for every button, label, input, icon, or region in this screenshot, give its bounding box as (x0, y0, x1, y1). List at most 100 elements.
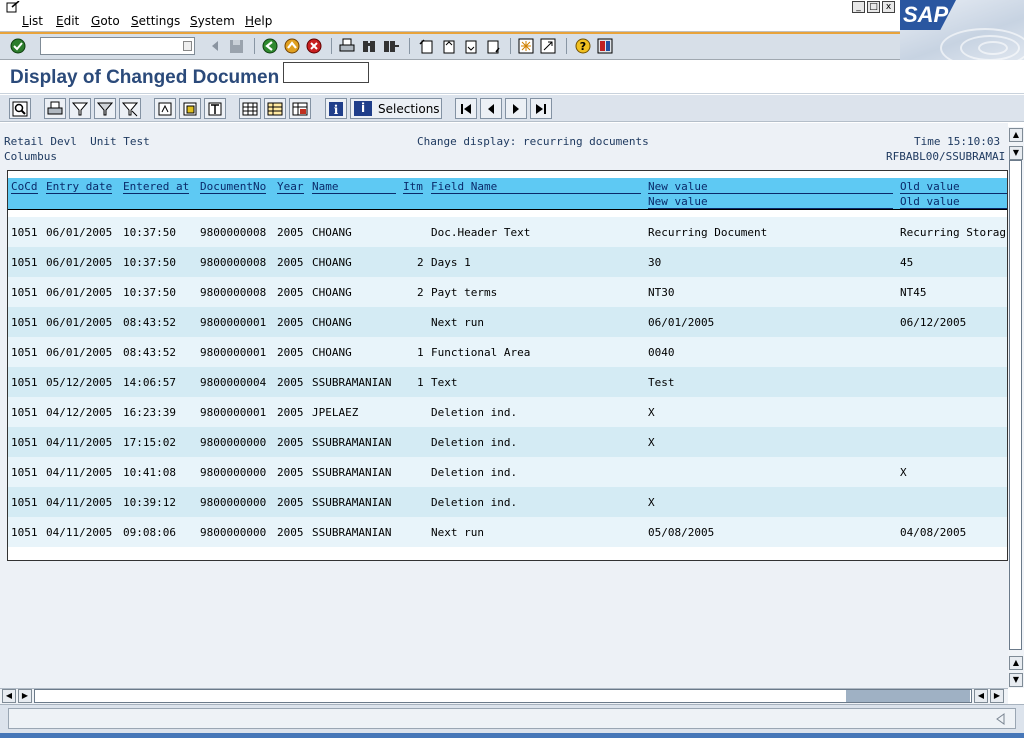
enter-icon[interactable] (9, 37, 27, 55)
table-row[interactable]: 1051 05/12/2005 14:06:57 9800000004 2005 SSUB… (8, 367, 1007, 397)
table-row[interactable]: 1051 04/11/2005 10:39:12 9800000000 2005 SSUB… (8, 487, 1007, 517)
table-row[interactable]: 1051 04/12/2005 16:23:39 9800000001 2005 JPEL… (8, 397, 1007, 427)
export-button[interactable] (179, 98, 201, 119)
column-itm[interactable]: Itm (403, 180, 423, 194)
last-page-icon[interactable] (483, 37, 501, 55)
table-row[interactable]: 1051 06/01/2005 10:37:50 9800000008 2005 CHOA… (8, 217, 1007, 247)
sap-logo: SAP (900, 0, 1024, 60)
sort-ascending-button[interactable] (154, 98, 176, 119)
menu-options-icon[interactable] (6, 1, 20, 13)
table-row[interactable]: 1051 06/01/2005 10:37:50 9800000008 2005 CHOA… (8, 277, 1007, 307)
menu-goto[interactable]: Goto (91, 14, 120, 28)
column-entered-at[interactable]: Entered at (123, 180, 190, 194)
scroll-page-left-icon[interactable]: ◀ (974, 689, 988, 703)
first-page-icon[interactable] (417, 37, 435, 55)
choose-detail-button[interactable] (9, 98, 31, 119)
menu-help[interactable]: Help (245, 14, 272, 28)
command-field[interactable] (40, 37, 195, 55)
cell-entry-date: 06/01/2005 (46, 286, 113, 299)
print-icon[interactable] (338, 37, 356, 55)
cell-name: CHOANG (312, 226, 352, 239)
scroll-page-right-icon[interactable]: ▶ (990, 689, 1004, 703)
create-session-icon[interactable] (517, 37, 535, 55)
cell-name: CHOANG (312, 256, 352, 269)
set-filter-button[interactable] (69, 98, 91, 119)
cell-entered-at: 10:41:08 (123, 466, 176, 479)
find-next-icon[interactable] (382, 37, 400, 55)
cell-field-name: Next run (431, 526, 484, 539)
cell-old-value: 04/08/2005 (900, 526, 967, 539)
cell-cocd: 1051 (11, 316, 38, 329)
info-button[interactable]: i (325, 98, 347, 119)
find-icon[interactable] (360, 37, 378, 55)
column-new-value-2[interactable]: New value (648, 195, 893, 209)
column-cocd[interactable]: CoCd (11, 180, 38, 194)
column-old-value-2[interactable]: Old value (900, 195, 1007, 209)
scroll-right-small-icon[interactable]: ▶ (18, 689, 32, 703)
next-page-button[interactable] (505, 98, 527, 119)
shortcut-icon[interactable] (539, 37, 557, 55)
scroll-page-down-icon[interactable]: ▼ (1009, 673, 1023, 687)
filter-funnel-icon (97, 102, 113, 115)
column-old-value[interactable]: Old value (900, 180, 1007, 194)
minimize-button[interactable]: _ (852, 1, 865, 13)
layout-menu-icon[interactable] (596, 37, 614, 55)
cell-year: 2005 (277, 406, 304, 419)
column-field-name[interactable]: Field Name (431, 180, 641, 194)
cell-year: 2005 (277, 496, 304, 509)
horizontal-scroll-thumb[interactable] (846, 690, 970, 702)
cell-year: 2005 (277, 466, 304, 479)
cell-cocd: 1051 (11, 466, 38, 479)
cancel-icon[interactable] (305, 37, 323, 55)
table-row[interactable]: 1051 04/11/2005 10:41:08 9800000000 2005 SSUB… (8, 457, 1007, 487)
next-page-icon[interactable] (461, 37, 479, 55)
status-expand-icon[interactable] (995, 713, 1005, 725)
sort-ascending-icon (158, 102, 172, 115)
help-icon[interactable]: ? (574, 37, 592, 55)
table-row[interactable]: 1051 04/11/2005 17:15:02 9800000000 2005 SSUB… (8, 427, 1007, 457)
previous-page-button[interactable] (480, 98, 502, 119)
scroll-down-small-icon[interactable]: ▼ (1009, 146, 1023, 160)
maximize-button[interactable]: □ (867, 1, 880, 13)
scroll-up-icon[interactable]: ▲ (1009, 128, 1023, 142)
export-icon (183, 102, 197, 115)
save-filter-button[interactable] (119, 98, 141, 119)
cell-document-no: 9800000000 (200, 436, 267, 449)
command-history-icon[interactable] (183, 41, 192, 51)
sum-button[interactable] (204, 98, 226, 119)
save-layout-button[interactable] (289, 98, 311, 119)
selections-button[interactable]: i Selections (350, 98, 442, 119)
change-layout-button[interactable] (239, 98, 261, 119)
cell-year: 2005 (277, 316, 304, 329)
menu-settings[interactable]: Settings (131, 14, 180, 28)
menu-list[interactable]: List (22, 14, 43, 28)
exit-icon[interactable] (283, 37, 301, 55)
menu-system[interactable]: System (190, 14, 235, 28)
close-window-button[interactable]: x (882, 1, 895, 13)
horizontal-scroll-track[interactable] (34, 689, 972, 703)
last-page-button[interactable] (530, 98, 552, 119)
scroll-left-icon[interactable]: ◀ (2, 689, 16, 703)
print-list-button[interactable] (44, 98, 66, 119)
cell-old-value: Recurring Storag (900, 226, 1006, 239)
table-row[interactable]: 1051 04/11/2005 09:08:06 9800000000 2005 SSUB… (8, 517, 1007, 547)
table-row[interactable]: 1051 06/01/2005 08:43:52 9800000001 2005 CHOA… (8, 307, 1007, 337)
column-new-value[interactable]: New value (648, 180, 893, 194)
cell-document-no: 9800000000 (200, 466, 267, 479)
previous-page-icon[interactable] (439, 37, 457, 55)
column-name[interactable]: Name (312, 180, 396, 194)
back-icon[interactable] (261, 37, 279, 55)
column-document-no[interactable]: DocumentNo (200, 180, 267, 194)
table-row[interactable]: 1051 06/01/2005 10:37:50 9800000008 2005 CHOA… (8, 247, 1007, 277)
select-layout-button[interactable] (264, 98, 286, 119)
scroll-page-up-icon[interactable]: ▲ (1009, 656, 1023, 670)
menu-edit[interactable]: Edit (56, 14, 79, 28)
table-row[interactable]: 1051 06/01/2005 08:43:52 9800000001 2005 CHOA… (8, 337, 1007, 367)
filter-button[interactable] (94, 98, 116, 119)
cell-cocd: 1051 (11, 256, 38, 269)
column-year[interactable]: Year (277, 180, 304, 194)
cell-document-no: 9800000001 (200, 406, 267, 419)
first-page-button[interactable] (455, 98, 477, 119)
vertical-scroll-thumb[interactable] (1009, 160, 1022, 650)
column-entry-date[interactable]: Entry date (46, 180, 113, 194)
